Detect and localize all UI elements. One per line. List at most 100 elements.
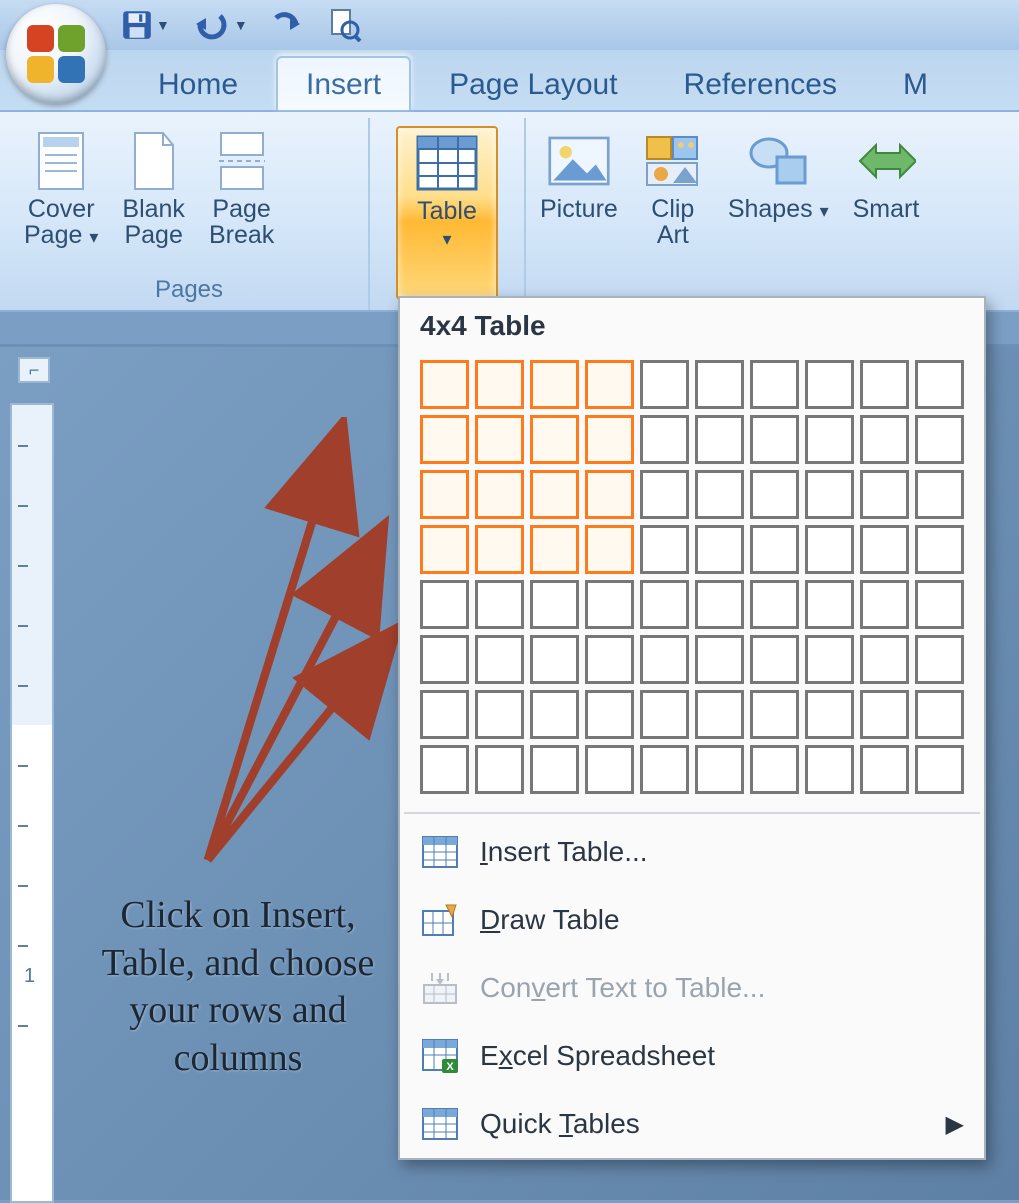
grid-cell[interactable] [585, 580, 634, 629]
grid-cell[interactable] [640, 580, 689, 629]
table-button[interactable]: Table▾ [396, 126, 498, 300]
grid-cell[interactable] [530, 690, 579, 739]
grid-cell[interactable] [695, 360, 744, 409]
grid-cell[interactable] [805, 690, 854, 739]
grid-cell[interactable] [420, 415, 469, 464]
grid-cell[interactable] [475, 525, 524, 574]
grid-cell[interactable] [860, 470, 909, 519]
grid-cell[interactable] [640, 635, 689, 684]
office-button[interactable] [6, 4, 106, 104]
grid-cell[interactable] [750, 525, 799, 574]
grid-cell[interactable] [585, 690, 634, 739]
grid-cell[interactable] [860, 360, 909, 409]
grid-cell[interactable] [420, 525, 469, 574]
grid-cell[interactable] [530, 745, 579, 794]
grid-cell[interactable] [640, 690, 689, 739]
grid-cell[interactable] [585, 415, 634, 464]
excel-spreadsheet-item[interactable]: X Excel Spreadsheet [400, 1022, 984, 1090]
tab-more[interactable]: M [875, 58, 956, 110]
grid-cell[interactable] [805, 470, 854, 519]
grid-cell[interactable] [805, 635, 854, 684]
grid-cell[interactable] [750, 745, 799, 794]
grid-cell[interactable] [750, 415, 799, 464]
grid-cell[interactable] [860, 690, 909, 739]
cover-page-button[interactable]: CoverPage ▾ [22, 126, 100, 272]
grid-cell[interactable] [420, 470, 469, 519]
grid-cell[interactable] [640, 745, 689, 794]
grid-cell[interactable] [585, 525, 634, 574]
grid-cell[interactable] [420, 690, 469, 739]
grid-cell[interactable] [475, 690, 524, 739]
grid-cell[interactable] [695, 745, 744, 794]
grid-cell[interactable] [640, 525, 689, 574]
grid-cell[interactable] [640, 360, 689, 409]
grid-cell[interactable] [805, 525, 854, 574]
page-break-button[interactable]: PageBreak [207, 126, 276, 272]
grid-cell[interactable] [475, 360, 524, 409]
draw-table-item[interactable]: Draw Table [400, 886, 984, 954]
save-button[interactable]: ▼ [120, 8, 170, 42]
tab-page-layout[interactable]: Page Layout [421, 58, 645, 110]
grid-cell[interactable] [420, 745, 469, 794]
grid-cell[interactable] [475, 415, 524, 464]
grid-cell[interactable] [750, 470, 799, 519]
grid-cell[interactable] [695, 415, 744, 464]
grid-cell[interactable] [530, 360, 579, 409]
print-preview-button[interactable] [326, 8, 362, 42]
tab-insert[interactable]: Insert [276, 56, 411, 110]
grid-cell[interactable] [475, 745, 524, 794]
grid-cell[interactable] [530, 580, 579, 629]
table-grid-picker[interactable] [400, 352, 984, 808]
shapes-button[interactable]: Shapes ▾ [726, 126, 831, 300]
grid-cell[interactable] [860, 580, 909, 629]
grid-cell[interactable] [530, 635, 579, 684]
tab-home[interactable]: Home [130, 58, 266, 110]
grid-cell[interactable] [530, 415, 579, 464]
grid-cell[interactable] [915, 525, 964, 574]
grid-cell[interactable] [805, 360, 854, 409]
grid-cell[interactable] [860, 635, 909, 684]
grid-cell[interactable] [915, 690, 964, 739]
smartart-button[interactable]: Smart [851, 126, 922, 300]
blank-page-button[interactable]: BlankPage [120, 126, 187, 272]
grid-cell[interactable] [585, 360, 634, 409]
grid-cell[interactable] [420, 635, 469, 684]
grid-cell[interactable] [750, 360, 799, 409]
undo-button[interactable]: ▼ [192, 10, 248, 40]
grid-cell[interactable] [420, 360, 469, 409]
grid-cell[interactable] [860, 525, 909, 574]
grid-cell[interactable] [860, 745, 909, 794]
vertical-ruler[interactable]: 1 [10, 403, 54, 1203]
quick-tables-item[interactable]: Quick Tables ▶ [400, 1090, 984, 1158]
insert-table-item[interactable]: Insert Table... [400, 818, 984, 886]
grid-cell[interactable] [750, 635, 799, 684]
grid-cell[interactable] [805, 415, 854, 464]
grid-cell[interactable] [860, 415, 909, 464]
grid-cell[interactable] [695, 470, 744, 519]
grid-cell[interactable] [805, 580, 854, 629]
grid-cell[interactable] [475, 470, 524, 519]
grid-cell[interactable] [915, 470, 964, 519]
grid-cell[interactable] [420, 580, 469, 629]
grid-cell[interactable] [750, 690, 799, 739]
grid-cell[interactable] [585, 745, 634, 794]
grid-cell[interactable] [475, 635, 524, 684]
grid-cell[interactable] [585, 635, 634, 684]
grid-cell[interactable] [695, 525, 744, 574]
grid-cell[interactable] [750, 580, 799, 629]
picture-button[interactable]: Picture [538, 126, 620, 300]
tab-references[interactable]: References [656, 58, 865, 110]
grid-cell[interactable] [695, 690, 744, 739]
grid-cell[interactable] [915, 360, 964, 409]
grid-cell[interactable] [640, 470, 689, 519]
grid-cell[interactable] [585, 470, 634, 519]
grid-cell[interactable] [915, 635, 964, 684]
clip-art-button[interactable]: ClipArt [640, 126, 706, 300]
grid-cell[interactable] [805, 745, 854, 794]
grid-cell[interactable] [640, 415, 689, 464]
grid-cell[interactable] [915, 580, 964, 629]
grid-cell[interactable] [530, 470, 579, 519]
grid-cell[interactable] [695, 580, 744, 629]
grid-cell[interactable] [915, 745, 964, 794]
grid-cell[interactable] [475, 580, 524, 629]
